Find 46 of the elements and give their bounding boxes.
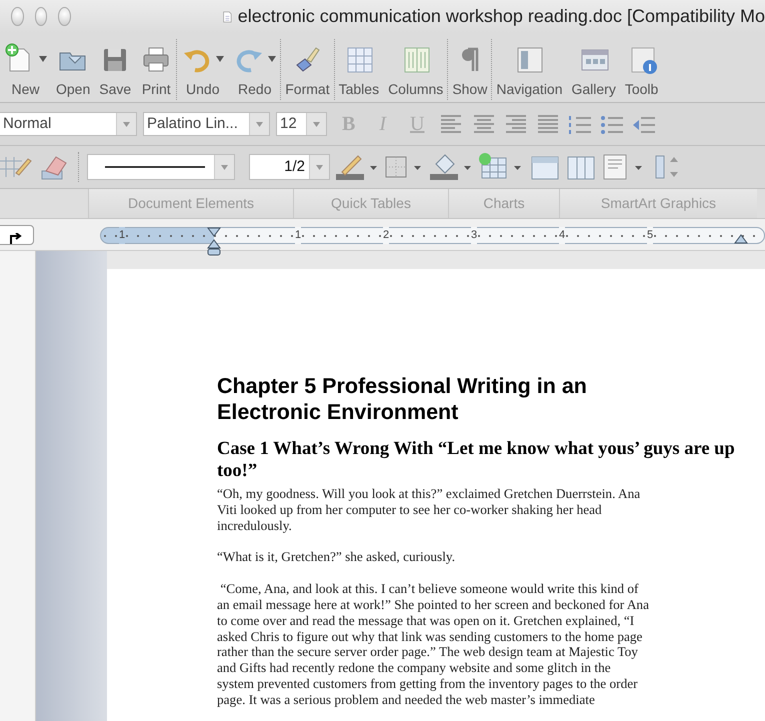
toolbar-button[interactable]: Open bbox=[52, 39, 96, 100]
caret-icon bbox=[39, 56, 47, 62]
toolbar-button[interactable]: Redo bbox=[229, 39, 282, 100]
toolbar-button[interactable]: Show bbox=[448, 39, 492, 100]
right-indent-icon[interactable] bbox=[734, 234, 748, 244]
window-control-icon[interactable] bbox=[58, 7, 71, 26]
toolbar-button[interactable]: Save bbox=[95, 39, 136, 100]
caret-icon bbox=[221, 164, 228, 170]
ruler-number: 3 bbox=[471, 227, 478, 244]
tab-stop-icon bbox=[9, 233, 23, 246]
toolbar-button[interactable]: Tables bbox=[334, 39, 384, 100]
toolbar-button[interactable]: New bbox=[0, 39, 52, 100]
toolbar-button[interactable]: Navigation bbox=[492, 39, 568, 100]
ruler-number: 4 bbox=[559, 227, 566, 244]
caret-icon bbox=[123, 122, 130, 126]
fill-color-icon[interactable] bbox=[430, 152, 472, 182]
ruler-number: 2 bbox=[383, 227, 390, 244]
line-weight-dropdown[interactable]: 1/2 bbox=[249, 154, 330, 180]
body-paragraph: “What is it, Gretchen?” she asked, curiously. bbox=[217, 549, 456, 566]
toolbar-button[interactable]: Columns bbox=[384, 39, 448, 100]
caret-icon bbox=[256, 122, 263, 126]
ruler-number: 1 bbox=[119, 227, 126, 244]
toolbar-button[interactable]: Format bbox=[281, 39, 335, 100]
case-heading: Case 1 What’s Wrong With “Let me know what yous’ guys are up too!” bbox=[217, 438, 736, 482]
chapter-heading: Chapter 5 Professional Writing in an Electronic Environment bbox=[217, 373, 588, 425]
window-title: electronic communication workshop reading.doc [Compatibility Mo bbox=[238, 5, 765, 28]
ruler-number: 5 bbox=[647, 227, 654, 244]
font-size-dropdown[interactable]: 12 bbox=[276, 112, 327, 136]
caret-icon bbox=[313, 122, 320, 126]
style-dropdown[interactable]: Normal bbox=[0, 112, 137, 136]
ruler-number: 1 bbox=[295, 227, 302, 244]
body-paragraph: “Oh, my goodness. Will you look at this?” exclaimed Gretchen Duerrstein. Ana Viti looked up from her computer to see her co-worker shaking her head incredulously. bbox=[217, 486, 642, 534]
line-style-dropdown[interactable] bbox=[87, 154, 235, 180]
window-control-icon[interactable] bbox=[34, 7, 48, 26]
font-dropdown[interactable]: Palatino Lin... bbox=[143, 112, 270, 136]
toolbar-button[interactable]: Undo bbox=[177, 39, 230, 100]
toolbar-button[interactable]: Print bbox=[136, 39, 178, 100]
caret-icon bbox=[268, 56, 276, 62]
toolbar-button[interactable]: Toolb bbox=[620, 39, 664, 100]
caret-icon bbox=[216, 56, 224, 62]
caret-icon bbox=[316, 164, 323, 170]
toolbar-button[interactable]: Gallery bbox=[568, 39, 621, 100]
window-control-icon[interactable] bbox=[11, 7, 24, 26]
body-paragraph: “Come, Ana, and look at this. I can’t believe someone would write this kind of an email message here at work!” She pointed to her screen and beckoned for Ana to come over and read the message that was open on it. Gretchen explained, “I asked Chris to figure out why that link was sending customers to the home page rather than the secure server order page.” The web design team at Majestic Toy and Gifts had recently redone the company website and some glitch in the system prevented customers from getting from the inventory pages to the order page. It was a serious problem and needed the web master’s immediate bbox=[217, 581, 650, 708]
tab-stop-selector[interactable] bbox=[0, 225, 34, 245]
indent-marker-icon[interactable] bbox=[207, 227, 221, 257]
